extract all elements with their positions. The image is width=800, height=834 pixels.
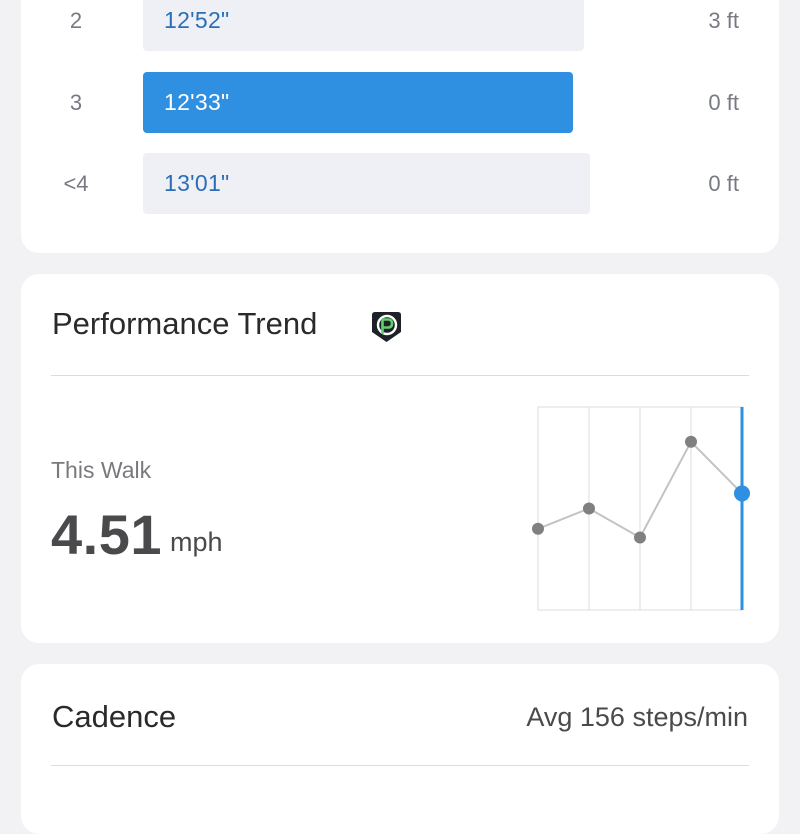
split-pace-bar: 12'52" — [143, 0, 584, 51]
split-row[interactable]: 3 12'33" 0 ft — [21, 72, 779, 133]
cadence-card[interactable]: Cadence Avg 156 steps/min — [21, 664, 779, 834]
splits-card: 2 12'52" 3 ft 3 12'33" 0 ft <4 13'01" 0 … — [21, 0, 779, 253]
performance-trend-chart[interactable] — [526, 400, 766, 612]
performance-trend-card[interactable]: Performance Trend This Walk 4.51 mph — [21, 274, 779, 643]
split-elevation: 3 ft — [708, 8, 739, 33]
performance-trend-title: Performance Trend — [52, 306, 318, 341]
trend-point[interactable] — [583, 502, 595, 515]
split-row[interactable]: 2 12'52" 3 ft — [21, 0, 779, 51]
split-number: 2 — [69, 8, 83, 33]
this-walk-label: This Walk — [51, 457, 152, 483]
split-pace: 12'33" — [164, 89, 230, 115]
trend-point[interactable] — [685, 435, 697, 448]
split-pace-bar: 12'33" — [143, 72, 573, 133]
speed-value: 4.51 — [51, 503, 162, 566]
divider — [51, 765, 749, 766]
split-pace-bar: 13'01" — [143, 153, 590, 214]
split-number: <4 — [63, 171, 89, 196]
cadence-average: Avg 156 steps/min — [526, 702, 748, 732]
split-pace: 13'01" — [164, 170, 230, 196]
split-pace: 12'52" — [164, 7, 230, 33]
split-elevation: 0 ft — [708, 90, 739, 115]
split-elevation: 0 ft — [708, 171, 739, 196]
split-row[interactable]: <4 13'01" 0 ft — [21, 153, 779, 214]
trend-point[interactable] — [532, 522, 544, 535]
cadence-title: Cadence — [52, 699, 177, 734]
premium-p-badge-icon — [372, 312, 401, 342]
split-number: 3 — [69, 90, 83, 115]
speed-unit: mph — [170, 527, 223, 557]
trend-point-current[interactable] — [734, 485, 750, 502]
trend-point[interactable] — [634, 531, 646, 544]
divider — [51, 375, 749, 376]
